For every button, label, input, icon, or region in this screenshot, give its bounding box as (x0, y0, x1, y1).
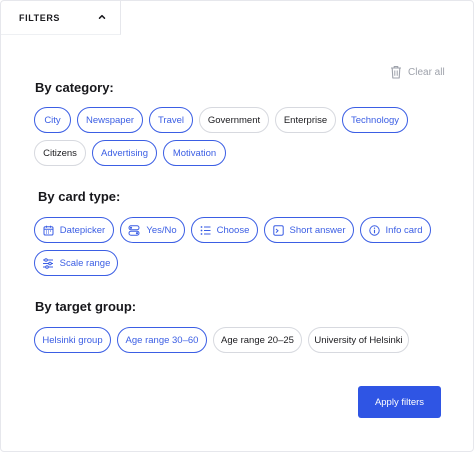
chip-label: Age range 30–60 (125, 334, 199, 346)
category-section-title: By category: (35, 80, 114, 95)
category-chip-technology[interactable]: Technology (342, 107, 408, 133)
clear-all-button[interactable]: Clear all (390, 65, 445, 79)
chevron-up-icon (98, 14, 106, 19)
card-type-chip-choose[interactable]: Choose (191, 217, 258, 243)
category-chip-travel[interactable]: Travel (149, 107, 193, 133)
chip-label: Advertising (101, 147, 148, 159)
target-chip-university-of-helsinki[interactable]: University of Helsinki (308, 327, 409, 353)
target-group-section-title: By target group: (35, 299, 137, 314)
card-type-chip-scale-range[interactable]: Scale range (34, 250, 118, 276)
toggle-icon (128, 224, 140, 236)
category-chip-newspaper[interactable]: Newspaper (77, 107, 143, 133)
filters-toggle[interactable]: FILTERS (1, 1, 121, 35)
text-box-icon (272, 224, 284, 236)
card-type-chip-yes-no[interactable]: Yes/No (120, 217, 185, 243)
category-chip-motivation[interactable]: Motivation (163, 140, 226, 166)
filters-panel: FILTERS Clear all By category: City News… (0, 0, 474, 452)
list-icon (200, 225, 211, 235)
target-chip-age-30-60[interactable]: Age range 30–60 (117, 327, 207, 353)
chip-label: Short answer (289, 224, 346, 236)
chip-label: Helsinki group (42, 334, 103, 346)
chip-label: Newspaper (85, 114, 135, 126)
chip-label: Choose (216, 224, 250, 236)
calendar-icon (43, 225, 54, 235)
chip-label: University of Helsinki (314, 334, 403, 346)
chip-label: Yes/No (146, 224, 177, 236)
apply-filters-button[interactable]: Apply filters (358, 386, 441, 418)
card-type-section-title: By card type: (38, 189, 121, 204)
info-icon (368, 224, 380, 236)
card-type-chip-info-card[interactable]: Info card (360, 217, 431, 243)
chip-label: Datepicker (59, 224, 106, 236)
chip-label: Motivation (172, 147, 217, 159)
target-chip-helsinki-group[interactable]: Helsinki group (34, 327, 111, 353)
sliders-icon (42, 257, 53, 269)
card-type-chip-short-answer[interactable]: Short answer (264, 217, 354, 243)
trash-icon (391, 66, 401, 79)
chip-label: Technology (350, 114, 400, 126)
category-chip-government[interactable]: Government (199, 107, 269, 133)
apply-filters-label: Apply filters (374, 396, 425, 408)
card-type-chip-datepicker[interactable]: Datepicker (34, 217, 114, 243)
chip-label: Citizens (43, 147, 77, 159)
chip-label: Info card (385, 224, 423, 236)
target-chip-age-20-25[interactable]: Age range 20–25 (213, 327, 302, 353)
chip-label: Travel (157, 114, 185, 126)
clear-all-label: Clear all (408, 66, 445, 78)
filters-label: FILTERS (19, 12, 61, 23)
chip-label: Scale range (59, 257, 111, 269)
chip-label: Government (207, 114, 261, 126)
category-chip-enterprise[interactable]: Enterprise (275, 107, 336, 133)
category-chip-city[interactable]: City (34, 107, 71, 133)
chip-label: City (44, 114, 61, 126)
chip-label: Enterprise (283, 114, 328, 126)
category-chip-advertising[interactable]: Advertising (92, 140, 157, 166)
category-chip-citizens[interactable]: Citizens (34, 140, 86, 166)
chip-label: Age range 20–25 (221, 334, 294, 346)
